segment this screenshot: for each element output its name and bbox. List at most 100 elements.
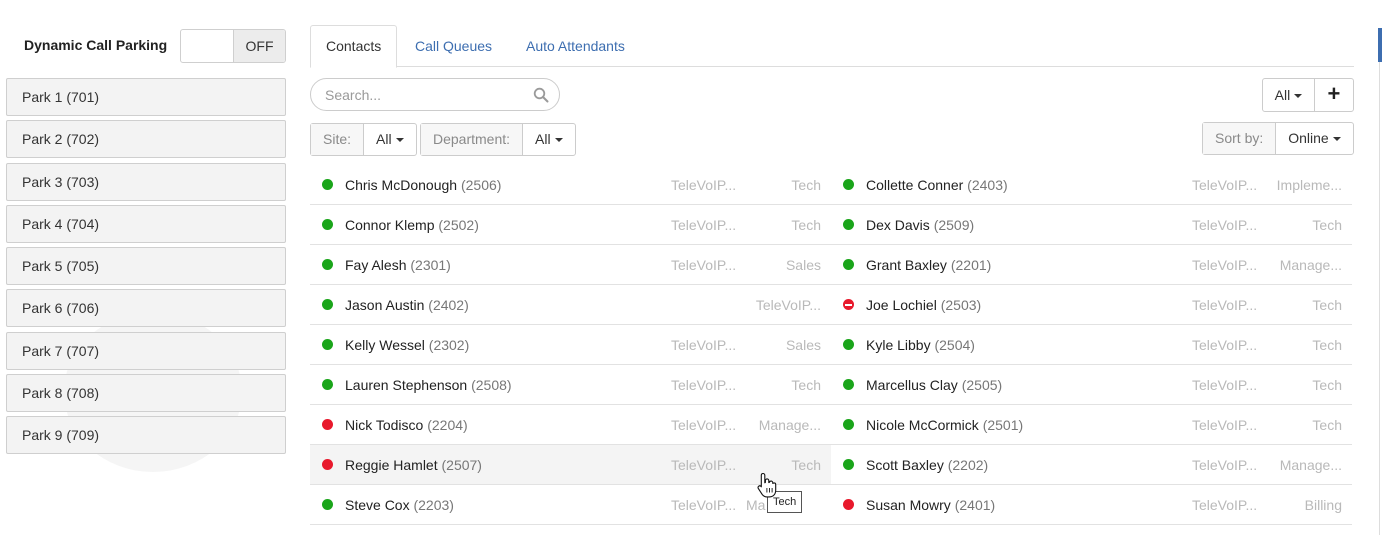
contact-item[interactable]: Reggie Hamlet (2507) TeleVoIP... Tech [310,445,831,484]
contact-name: Steve Cox (2203) [345,497,454,513]
park-button[interactable]: Park 8 (708) [6,374,286,413]
park-button[interactable]: Park 3 (703) [6,162,286,201]
contact-department: Manage... [758,417,821,433]
park-button[interactable]: Park 9 (709) [6,416,286,455]
contact-department: TeleVoIP... [755,297,821,313]
contact-row: Reggie Hamlet (2507) TeleVoIP... Tech Scott… [310,445,1352,485]
contact-name-text: Jason Austin [345,297,425,313]
presence-status-icon [843,499,854,510]
side-panel-tab[interactable] [1378,28,1382,62]
dynamic-call-parking-row: Dynamic Call Parking OFF [0,29,290,63]
contact-department: Tech [1312,377,1342,393]
contact-name: Collette Conner (2403) [866,177,1008,193]
contact-row: Lauren Stephenson (2508) TeleVoIP... Tech M… [310,365,1352,405]
park-label: Park 8 (708) [22,385,100,402]
contact-name: Chris McDonough (2506) [345,177,501,193]
contact-name: Dex Davis (2509) [866,217,974,233]
contact-item[interactable]: Chris McDonough (2506) TeleVoIP... Tech [310,165,831,204]
contact-extension: (2403) [967,177,1008,193]
contact-site: TeleVoIP... [671,217,737,233]
contact-row: Connor Klemp (2502) TeleVoIP... Tech Dex Da… [310,205,1352,245]
contact-item[interactable]: Lauren Stephenson (2508) TeleVoIP... Tech [310,365,831,404]
sort-value: Online [1288,130,1329,146]
contact-name: Marcellus Clay (2505) [866,377,1002,393]
contact-site: TeleVoIP... [671,337,737,353]
presence-status-icon [843,339,854,350]
contact-item[interactable]: Kelly Wessel (2302) TeleVoIP... Sales [310,325,831,364]
contact-name: Scott Baxley (2202) [866,457,988,473]
contact-item[interactable]: Dex Davis (2509) TeleVoIP... Tech [831,205,1352,244]
caret-down-icon [1294,94,1303,99]
site-filter-dropdown[interactable]: All [364,124,416,155]
sort-dropdown[interactable]: Online [1276,123,1352,154]
tab-contacts[interactable]: Contacts [310,25,398,68]
contact-item[interactable]: Marcellus Clay (2505) TeleVoIP... Tech [831,365,1352,404]
search-box [310,78,560,111]
park-label: Park 1 (701) [22,89,100,105]
department-filter-dropdown[interactable]: All [523,124,575,155]
contact-extension: (2402) [428,297,469,313]
contact-item[interactable]: Nick Todisco (2204) TeleVoIP... Manage... [310,405,831,444]
contact-extension: (2204) [427,417,468,433]
presence-status-icon [322,219,333,230]
add-contact-button[interactable]: + [1313,79,1353,111]
contact-site: TeleVoIP... [1192,257,1258,273]
park-button[interactable]: Park 7 (707) [6,331,286,370]
contact-extension: (2202) [947,457,989,473]
contact-name-text: Dex Davis [866,217,930,233]
contact-row: Jason Austin (2402) TeleVoIP... Joe Lochie… [310,285,1352,325]
contact-site: TeleVoIP... [1192,177,1258,193]
tab-call-queues[interactable]: Call Queues [400,25,507,67]
contact-extension: (2504) [934,337,975,353]
park-button[interactable]: Park 4 (704) [6,204,286,243]
view-filter-dropdown[interactable]: All [1263,79,1314,111]
contact-item[interactable]: Collette Conner (2403) TeleVoIP... Impleme… [831,165,1352,204]
presence-status-icon [843,459,854,470]
contact-department: Sales [785,337,821,353]
contact-department: Manage... [1279,457,1342,473]
contact-item[interactable]: Susan Mowry (2401) TeleVoIP... Billing [831,485,1352,524]
department-filter-value: All [535,131,551,147]
contact-site: TeleVoIP... [1192,497,1258,513]
contact-extension: (2505) [961,377,1003,393]
contact-item[interactable]: Grant Baxley (2201) TeleVoIP... Manage... [831,245,1352,284]
contact-item[interactable]: Kyle Libby (2504) TeleVoIP... Tech [831,325,1352,364]
park-button[interactable]: Park 6 (706) [6,289,286,328]
site-filter-label: Site: [311,124,365,155]
park-list: Park 1 (701) Park 2 (702) Park 3 (703) P… [6,78,286,459]
search-input[interactable] [323,85,523,105]
department-filter-label: Department: [421,124,524,155]
sort-label: Sort by: [1203,123,1277,154]
sort-control: Sort by: Online [1202,122,1354,155]
park-label: Park 4 (704) [22,215,100,232]
site-filter: Site: All [310,123,417,156]
hand-cursor-icon [757,472,777,498]
contact-site: TeleVoIP... [1192,417,1258,433]
contact-department: Tech [1312,217,1342,233]
contact-name-text: Collette Conner [866,177,964,193]
contact-row: Fay Alesh (2301) TeleVoIP... Sales Grant Ba… [310,245,1352,285]
park-button[interactable]: Park 5 (705) [6,247,286,286]
contact-item[interactable]: Scott Baxley (2202) TeleVoIP... Manage... [831,445,1352,484]
contact-name: Kyle Libby (2504) [866,337,975,353]
contact-department: Manage... [1279,257,1342,273]
contact-name-text: Connor Klemp [345,217,435,233]
tab-auto-attendants[interactable]: Auto Attendants [511,25,640,67]
park-button[interactable]: Park 1 (701) [6,78,286,116]
contact-name-text: Reggie Hamlet [345,457,438,473]
contact-site: TeleVoIP... [671,417,737,433]
contact-site: TeleVoIP... [671,177,737,193]
contact-item[interactable]: Fay Alesh (2301) TeleVoIP... Sales [310,245,831,284]
contact-item[interactable]: Jason Austin (2402) TeleVoIP... [310,285,831,324]
search-icon[interactable] [533,87,549,103]
park-button[interactable]: Park 2 (702) [6,120,286,159]
presence-status-icon [322,379,333,390]
contact-item[interactable]: Joe Lochiel (2503) TeleVoIP... Tech [831,285,1352,324]
dynamic-call-parking-toggle[interactable]: OFF [180,29,286,63]
contact-item[interactable]: Connor Klemp (2502) TeleVoIP... Tech [310,205,831,244]
contact-item[interactable]: Nicole McCormick (2501) TeleVoIP... Tech [831,405,1352,444]
contact-name-text: Kelly Wessel [345,337,425,353]
contact-department: Tech [791,457,821,473]
presence-status-icon [322,339,333,350]
contact-item[interactable]: Steve Cox (2203) TeleVoIP... Ma [310,485,831,524]
